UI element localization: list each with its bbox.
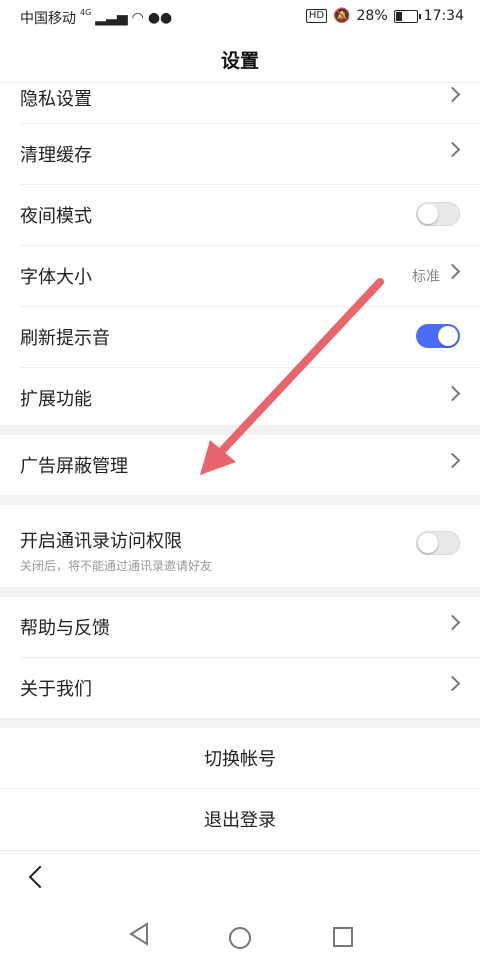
switch-account-label: 切换帐号 xyxy=(204,749,276,770)
section-divider xyxy=(0,587,480,597)
refresh-sound-item: 刷新提示音 xyxy=(20,307,480,368)
night-mode-label: 夜间模式 xyxy=(20,206,92,227)
clear-cache-label: 清理缓存 xyxy=(20,145,92,166)
signal-icon: ▂▃▅ xyxy=(95,10,128,26)
bottom-toolbar xyxy=(0,850,480,906)
privacy-settings-item[interactable]: 隐私设置 xyxy=(20,83,480,124)
font-size-item[interactable]: 字体大小 标准 xyxy=(20,246,480,307)
network-type: 4G xyxy=(80,7,92,17)
extensions-item[interactable]: 扩展功能 xyxy=(20,368,480,428)
chevron-right-icon xyxy=(444,675,461,692)
refresh-sound-toggle[interactable] xyxy=(416,324,460,348)
system-nav-bar xyxy=(0,905,480,960)
toggle-knob xyxy=(418,533,438,553)
wechat-icon: ●● xyxy=(147,10,173,26)
ad-block-label: 广告屏蔽管理 xyxy=(20,456,128,477)
contacts-permission-subtitle: 关闭后，将不能通过通讯录邀请好友 xyxy=(20,559,213,573)
clear-cache-item[interactable]: 清理缓存 xyxy=(20,124,480,185)
contacts-permission-toggle[interactable] xyxy=(416,531,460,555)
settings-group-2: 广告屏蔽管理 开启通讯录访问权限 关闭后，将不能通过通讯录邀请好友 帮助与反馈 … xyxy=(0,425,480,849)
ad-block-item[interactable]: 广告屏蔽管理 xyxy=(20,435,480,495)
carrier-label: 中国移动 xyxy=(20,11,76,27)
night-mode-item: 夜间模式 xyxy=(20,185,480,246)
help-feedback-label: 帮助与反馈 xyxy=(20,618,110,639)
privacy-settings-label: 隐私设置 xyxy=(20,89,92,110)
wifi-icon: ◠ xyxy=(131,10,144,26)
hd-badge: HD xyxy=(305,9,328,23)
settings-list: 隐私设置 清理缓存 夜间模式 字体大小 标准 刷新提示音 扩展功能 xyxy=(0,83,480,428)
chevron-right-icon xyxy=(444,452,461,469)
toggle-knob xyxy=(438,326,458,346)
back-arrow-icon[interactable] xyxy=(28,865,52,889)
contacts-permission-label: 开启通讯录访问权限 xyxy=(20,531,182,552)
logout-label: 退出登录 xyxy=(204,810,276,831)
font-size-label: 字体大小 xyxy=(20,267,92,288)
page-header: 设置 xyxy=(0,34,480,83)
about-us-label: 关于我们 xyxy=(20,679,92,700)
section-divider xyxy=(0,495,480,505)
section-divider xyxy=(0,718,480,728)
page-title: 设置 xyxy=(220,50,259,72)
nav-back-icon[interactable] xyxy=(128,921,150,947)
chevron-right-icon xyxy=(444,86,461,103)
extensions-label: 扩展功能 xyxy=(20,389,92,410)
nav-home-icon[interactable] xyxy=(229,927,251,949)
status-bar: 中国移动 4G ▂▃▅ ◠ ●● HD 🔕 28% 17:34 xyxy=(0,0,480,34)
night-mode-toggle[interactable] xyxy=(416,202,460,226)
about-us-item[interactable]: 关于我们 xyxy=(20,658,480,718)
section-divider xyxy=(0,425,480,435)
chevron-right-icon xyxy=(444,141,461,158)
toggle-knob xyxy=(418,204,438,224)
nav-recent-apps-icon[interactable] xyxy=(333,927,353,947)
clock: 17:34 xyxy=(423,8,464,24)
contacts-permission-item: 开启通讯录访问权限 关闭后，将不能通过通讯录邀请好友 xyxy=(20,505,480,587)
logout-button[interactable]: 退出登录 xyxy=(0,789,480,849)
chevron-right-icon xyxy=(444,614,461,631)
font-size-value: 标准 xyxy=(412,269,440,285)
refresh-sound-label: 刷新提示音 xyxy=(20,328,110,349)
help-feedback-item[interactable]: 帮助与反馈 xyxy=(20,597,480,658)
switch-account-button[interactable]: 切换帐号 xyxy=(0,728,480,789)
battery-icon xyxy=(393,9,421,23)
chevron-right-icon xyxy=(444,385,461,402)
mute-icon: 🔕 xyxy=(333,8,351,24)
chevron-right-icon xyxy=(444,263,461,280)
battery-percent: 28% xyxy=(356,8,388,24)
